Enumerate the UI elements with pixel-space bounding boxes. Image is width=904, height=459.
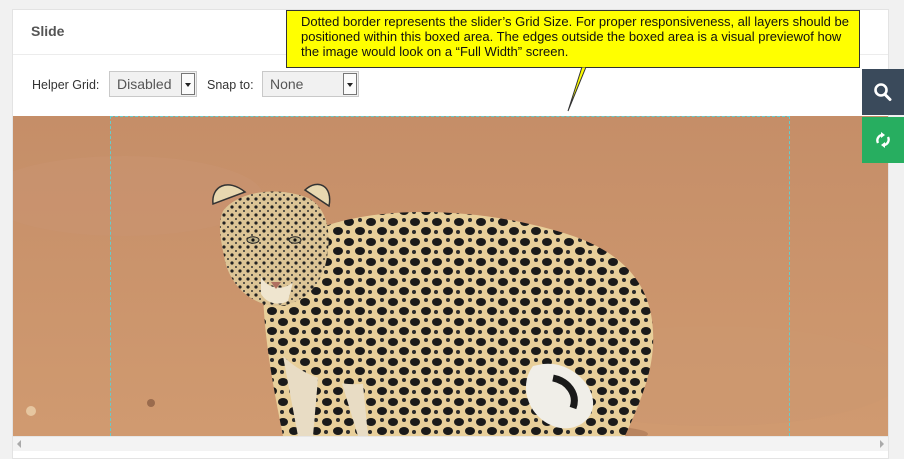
panel-title: Slide: [31, 23, 65, 39]
chevron-down-icon[interactable]: [181, 73, 195, 95]
callout-pointer: [567, 67, 587, 112]
chevron-down-icon[interactable]: [343, 73, 357, 95]
snap-to-label: Snap to:: [207, 78, 254, 92]
callout-text: Dotted border represents the slider’s Gr…: [301, 14, 849, 59]
slide-editor-panel: Slide Helper Grid: Disabled Snap to: Non…: [12, 9, 889, 459]
slide-canvas[interactable]: [13, 116, 888, 436]
helper-grid-select[interactable]: Disabled: [109, 71, 197, 97]
search-icon: [874, 83, 892, 101]
scroll-right-icon[interactable]: [880, 440, 884, 448]
snap-to-value: None: [270, 76, 304, 92]
snap-to-select[interactable]: None: [262, 71, 359, 97]
sync-icon: [876, 132, 890, 148]
sync-button[interactable]: [862, 117, 904, 163]
grid-size-boundary: [110, 116, 790, 436]
helper-grid-label: Helper Grid:: [32, 78, 100, 92]
annotation-callout: Dotted border represents the slider’s Gr…: [286, 10, 860, 68]
scroll-left-icon[interactable]: [17, 440, 21, 448]
search-button[interactable]: [862, 69, 904, 115]
horizontal-scrollbar[interactable]: [13, 436, 888, 451]
helper-grid-value: Disabled: [117, 76, 172, 92]
